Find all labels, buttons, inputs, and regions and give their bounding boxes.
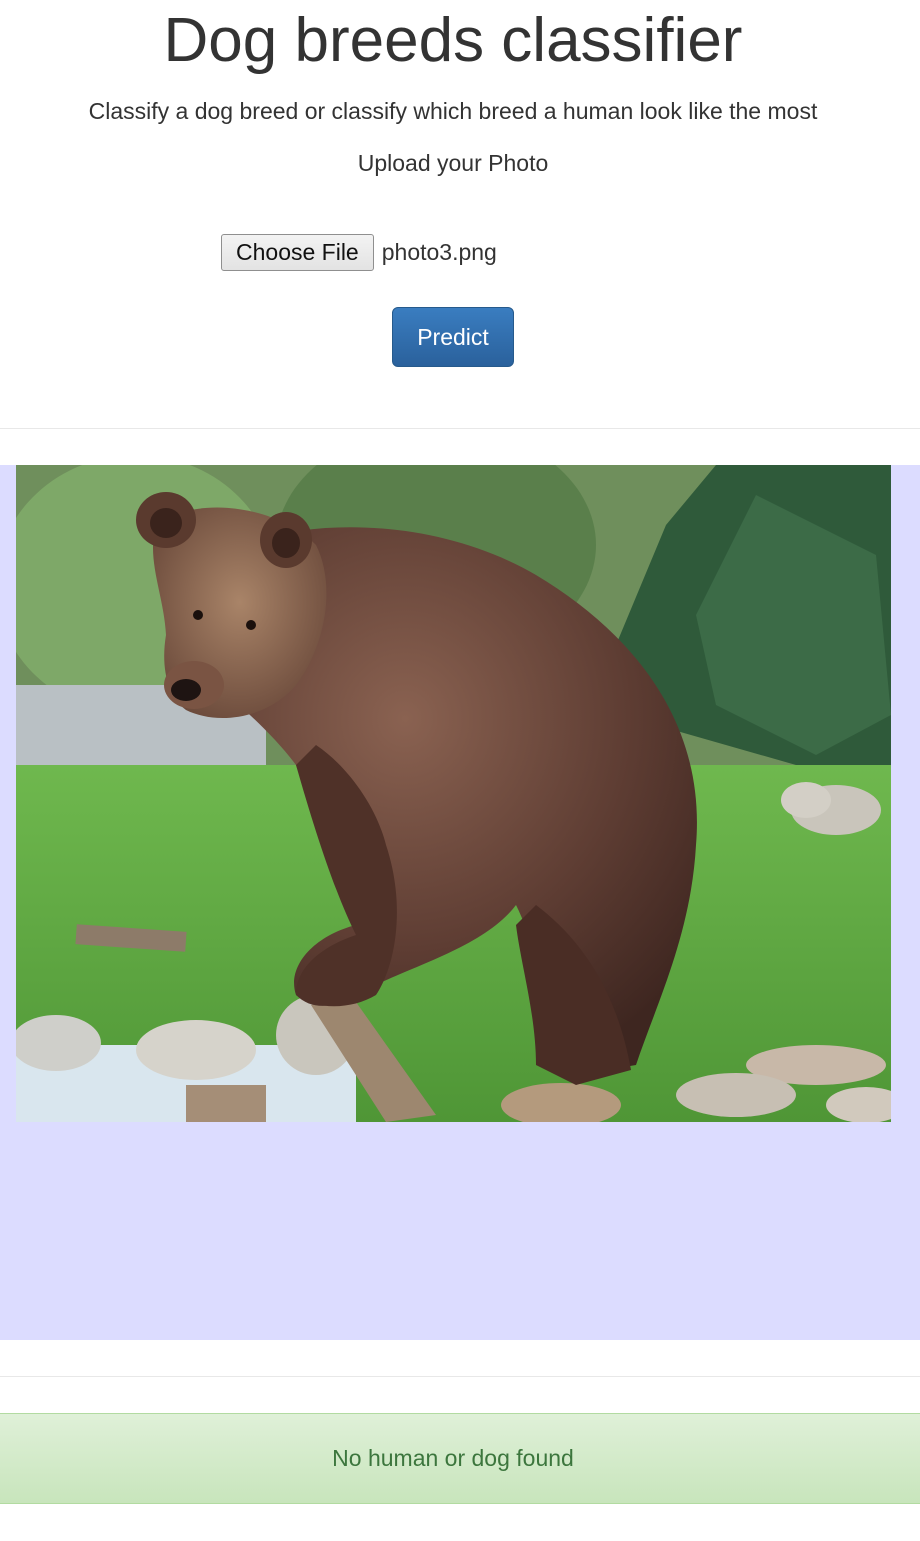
file-input[interactable]: Choose File photo3.png — [221, 234, 497, 271]
upload-label: Upload your Photo — [357, 150, 549, 176]
uploaded-photo — [16, 465, 891, 1122]
divider — [0, 428, 920, 429]
choose-file-button[interactable]: Choose File — [221, 234, 374, 271]
page-subtitle: Classify a dog breed or classify which b… — [88, 98, 818, 124]
predict-button[interactable]: Predict — [392, 307, 514, 367]
result-message: No human or dog found — [332, 1445, 574, 1471]
result-message-alert: No human or dog found — [0, 1413, 920, 1504]
divider — [0, 1376, 920, 1377]
page-title: Dog breeds classifier — [163, 6, 743, 75]
header: Dog breeds classifier Classify a dog bre… — [0, 0, 920, 428]
selected-file-name: photo3.png — [381, 239, 497, 265]
brown-bear-photo — [16, 465, 891, 1122]
result-panel — [0, 465, 920, 1340]
